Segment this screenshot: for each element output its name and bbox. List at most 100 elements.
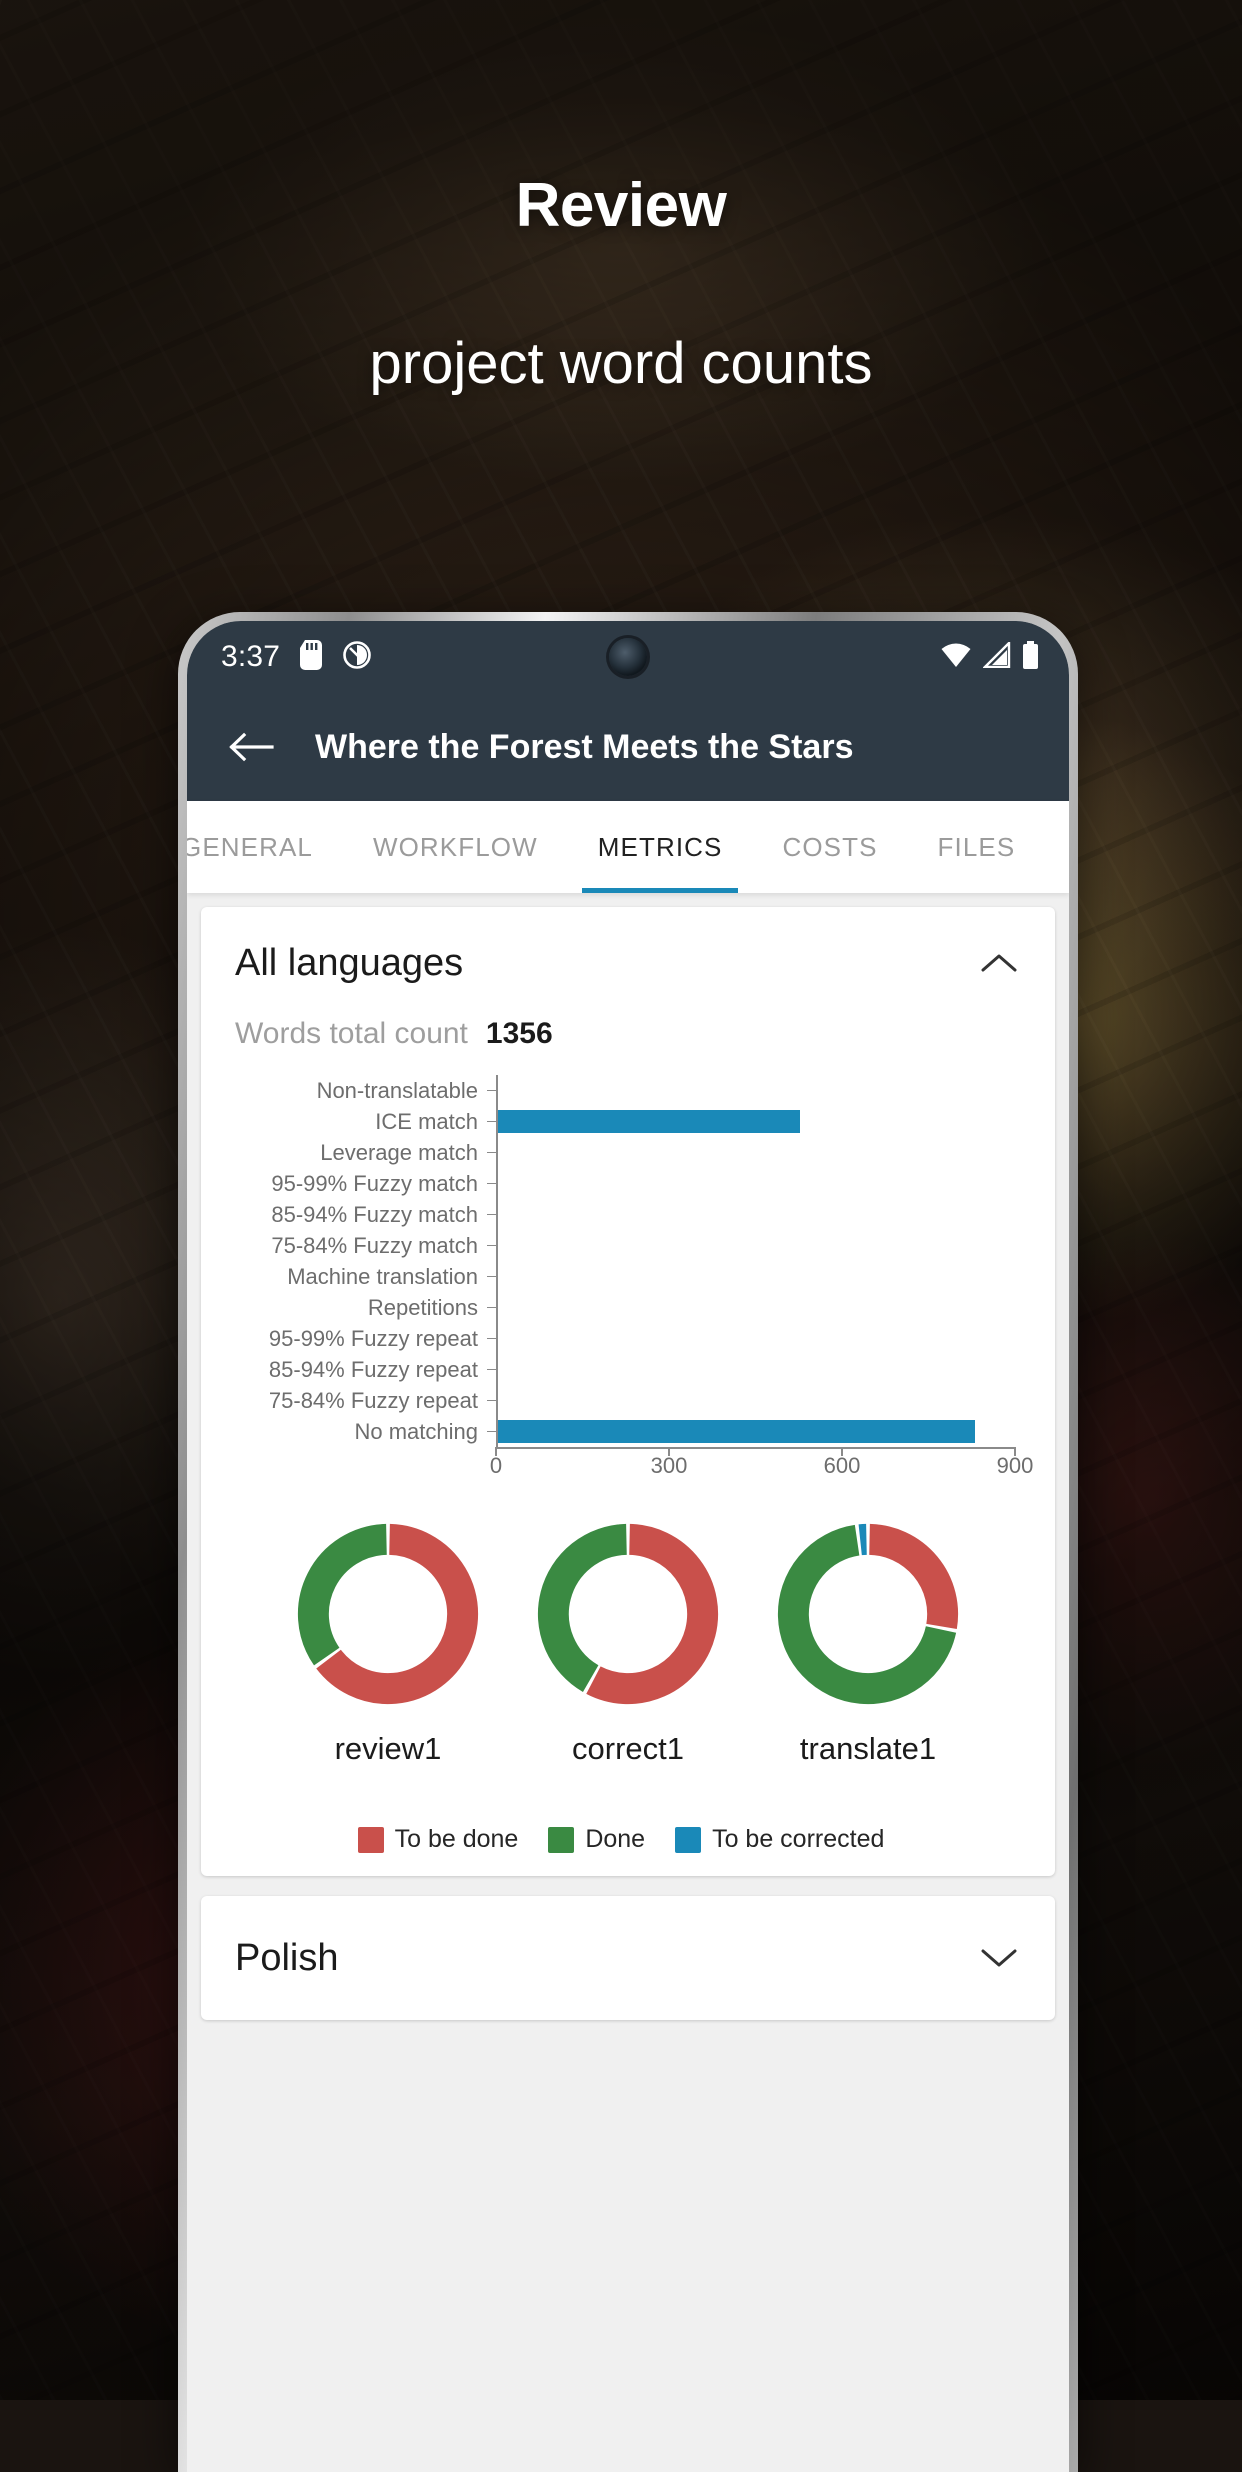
bar-chart-row: 85-94% Fuzzy repeat: [215, 1354, 1015, 1385]
chevron-down-icon[interactable]: [977, 1936, 1021, 1980]
tab-workflow[interactable]: WORKFLOW: [343, 801, 568, 893]
tab-bar: GENERAL WORKFLOW METRICS COSTS FILES: [187, 801, 1069, 893]
bar-fill: [498, 1420, 975, 1443]
bar-chart-rows: Non-translatable ICE match Leverage match 9…: [215, 1075, 1015, 1447]
bar-track: [496, 1199, 1015, 1230]
page-title: Where the Forest Meets the Stars: [315, 727, 854, 766]
promo-subtitle: project word counts: [369, 331, 873, 396]
words-total-row: Words total count 1356: [201, 991, 1055, 1057]
bar-label: 85-94% Fuzzy match: [271, 1201, 478, 1227]
cellular-signal-icon: [982, 639, 1011, 673]
bar-track: [496, 1292, 1015, 1323]
legend-label: To be corrected: [712, 1825, 885, 1853]
bar-track: [496, 1168, 1015, 1199]
legend-label: To be done: [394, 1825, 519, 1853]
bar-chart-row: 75-84% Fuzzy repeat: [215, 1385, 1015, 1416]
bar-label: ICE match: [375, 1108, 478, 1134]
status-bar-left: 3:37: [221, 639, 372, 675]
donut-ring: [297, 1523, 479, 1705]
legend-item: To be done: [357, 1825, 519, 1854]
legend-swatch: [675, 1826, 702, 1853]
bar-track: [496, 1075, 1015, 1106]
card-all-languages-header[interactable]: All languages: [201, 907, 1055, 991]
status-bar: 3:37: [187, 621, 1069, 693]
donut-chart-group: review1 correct1 translate1: [201, 1523, 1055, 1767]
bar-label: 95-99% Fuzzy repeat: [268, 1325, 478, 1351]
bar-chart-row: No matching: [215, 1416, 1015, 1447]
legend-swatch: [357, 1826, 384, 1853]
tab-general[interactable]: GENERAL: [187, 801, 343, 893]
bar-tick-dash: [487, 1214, 496, 1215]
bar-tick-dash: [487, 1245, 496, 1246]
axis-tick-label: 900: [996, 1453, 1034, 1478]
bar-label: No matching: [354, 1418, 478, 1444]
bar-label: 85-94% Fuzzy repeat: [268, 1356, 478, 1382]
donut-label: correct1: [572, 1731, 684, 1766]
bar-label: Repetitions: [367, 1294, 478, 1320]
sd-card-icon: [300, 639, 323, 675]
axis-tick-label: 0: [489, 1453, 503, 1478]
legend-label: Done: [585, 1825, 646, 1853]
donut-chart: translate1: [768, 1523, 968, 1767]
donut-ring: [777, 1523, 959, 1705]
card-all-languages: All languages Words total count 1356 Non…: [201, 907, 1055, 1876]
do-not-disturb-icon: [342, 640, 372, 675]
phone-screen: 3:37 Where the Forest Meets the Stars GE…: [187, 621, 1069, 2472]
bar-label: Machine translation: [287, 1263, 478, 1289]
chevron-up-icon[interactable]: [977, 941, 1021, 985]
bar-chart-row: ICE match: [215, 1106, 1015, 1137]
status-time: 3:37: [221, 640, 281, 673]
bar-track: [496, 1261, 1015, 1292]
axis-tick-label: 300: [650, 1453, 688, 1478]
bar-label: 75-84% Fuzzy repeat: [268, 1387, 478, 1413]
axis-tick-label: 600: [823, 1453, 861, 1478]
card-polish-title: Polish: [235, 1936, 339, 1979]
bar-label: 75-84% Fuzzy match: [271, 1232, 478, 1258]
battery-icon: [1022, 640, 1039, 674]
chart-legend: To be done Done To be corrected: [201, 1825, 1055, 1854]
tab-costs[interactable]: COSTS: [752, 801, 907, 893]
bar-tick-dash: [487, 1400, 496, 1401]
card-polish[interactable]: Polish: [201, 1896, 1055, 2020]
phone-frame: 3:37 Where the Forest Meets the Stars GE…: [178, 612, 1078, 2472]
bar-chart-row: Repetitions: [215, 1292, 1015, 1323]
donut-chart: correct1: [528, 1523, 728, 1767]
bar-fill: [498, 1110, 801, 1133]
bar-chart-row: Non-translatable: [215, 1075, 1015, 1106]
bar-tick-dash: [487, 1307, 496, 1308]
bar-chart-row: Leverage match: [215, 1137, 1015, 1168]
bar-tick-dash: [487, 1183, 496, 1184]
bar-track: [496, 1323, 1015, 1354]
bar-chart-row: Machine translation: [215, 1261, 1015, 1292]
bar-tick-dash: [487, 1152, 496, 1153]
donut-ring: [537, 1523, 719, 1705]
bar-track: [496, 1385, 1015, 1416]
bar-track: [496, 1354, 1015, 1385]
legend-swatch: [548, 1826, 575, 1853]
card-all-languages-title: All languages: [235, 941, 464, 984]
bar-label: Non-translatable: [316, 1077, 478, 1103]
bar-track: [496, 1416, 1015, 1447]
back-arrow-icon[interactable]: [221, 717, 281, 777]
bar-tick-dash: [487, 1276, 496, 1277]
legend-item: To be corrected: [675, 1825, 884, 1854]
bar-chart-axis-labels: 0 300 600 900: [490, 1449, 1033, 1489]
bar-tick-dash: [487, 1338, 496, 1339]
bar-tick-dash: [487, 1090, 496, 1091]
tab-metrics[interactable]: METRICS: [568, 801, 753, 893]
bar-tick-dash: [487, 1369, 496, 1370]
donut-chart: review1: [288, 1523, 488, 1767]
bar-chart-row: 95-99% Fuzzy repeat: [215, 1323, 1015, 1354]
words-total-label: Words total count: [235, 1017, 468, 1050]
bar-track: [496, 1230, 1015, 1261]
promo-title: Review: [515, 171, 727, 240]
bar-label: 95-99% Fuzzy match: [271, 1170, 478, 1196]
bar-chart-row: 95-99% Fuzzy match: [215, 1168, 1015, 1199]
wifi-icon: [940, 642, 972, 673]
tab-files[interactable]: FILES: [908, 801, 1046, 893]
bar-chart-row: 75-84% Fuzzy match: [215, 1230, 1015, 1261]
status-bar-right: [940, 639, 1039, 674]
donut-label: translate1: [799, 1731, 937, 1766]
bar-tick-dash: [487, 1431, 496, 1432]
app-bar: Where the Forest Meets the Stars: [187, 693, 1069, 801]
